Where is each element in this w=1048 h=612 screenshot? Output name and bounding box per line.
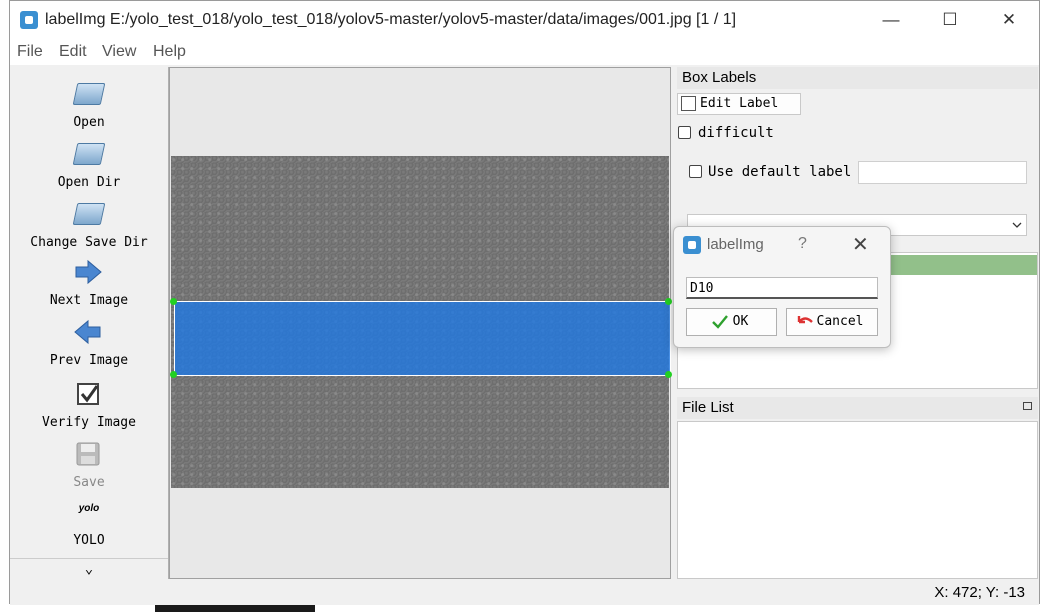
cursor-coords: X: 472; Y: -13: [934, 584, 1025, 601]
prev-arrow-icon: [73, 317, 103, 347]
box-labels-header: Box Labels: [677, 67, 1038, 89]
float-dock-icon[interactable]: [1023, 402, 1032, 410]
image-canvas[interactable]: [169, 67, 672, 579]
menu-view[interactable]: View: [102, 43, 136, 61]
label-input[interactable]: D10: [686, 277, 878, 299]
ok-button[interactable]: OK: [686, 308, 777, 336]
bbox-handle-top-right[interactable]: [665, 298, 672, 305]
menu-help[interactable]: Help: [153, 43, 186, 61]
next-arrow-icon: [73, 257, 103, 287]
yolo-icon: yolo: [78, 503, 100, 514]
next-image-button[interactable]: Next Image: [10, 255, 168, 313]
undo-arrow-icon: [797, 316, 813, 324]
dialog-close-button[interactable]: ✕: [852, 232, 869, 257]
change-save-dir-icon: [72, 197, 106, 227]
bbox-handle-top-left[interactable]: [170, 298, 177, 305]
use-default-label-checkbox[interactable]: [689, 165, 702, 178]
close-button[interactable]: ✕: [980, 1, 1038, 39]
cancel-button[interactable]: Cancel: [786, 308, 878, 336]
change-save-dir-button[interactable]: Change Save Dir: [10, 195, 168, 253]
minimize-button[interactable]: —: [862, 1, 920, 39]
verify-image-button[interactable]: Verify Image: [10, 377, 168, 435]
pencil-icon: [681, 96, 696, 111]
verify-check-icon: [73, 379, 103, 409]
dialog-app-icon: [683, 236, 701, 254]
toolbar-divider: [10, 558, 168, 559]
default-label-input[interactable]: [858, 161, 1027, 184]
app-icon: [20, 11, 38, 29]
file-list[interactable]: [677, 421, 1038, 579]
status-bar: X: 472; Y: -13: [10, 579, 1039, 605]
file-list-header: File List: [677, 397, 1038, 419]
open-button[interactable]: Open: [10, 75, 168, 133]
dialog-title: labelImg: [707, 236, 764, 253]
menu-file[interactable]: File: [17, 43, 43, 61]
use-default-label-text: Use default label: [708, 164, 852, 180]
maximize-button[interactable]: ☐: [921, 1, 979, 39]
menu-bar: File Edit View Help: [10, 39, 1039, 65]
chevron-down-icon: [1012, 222, 1022, 228]
bounding-box[interactable]: [174, 301, 671, 376]
bbox-handle-bottom-right[interactable]: [665, 371, 672, 378]
toolbar-more-chevron-icon[interactable]: ⌄: [10, 561, 168, 577]
label-dialog: labelImg ? ✕ D10 OK Cancel: [673, 226, 891, 348]
menu-edit[interactable]: Edit: [59, 43, 87, 61]
save-disk-icon: [73, 439, 103, 469]
difficult-checkbox[interactable]: [678, 126, 691, 139]
check-icon: [712, 315, 728, 329]
yolo-format-button[interactable]: yolo YOLO: [10, 499, 168, 551]
dialog-help-button[interactable]: ?: [798, 235, 807, 253]
toolbar: Open Open Dir Change Save Dir Next Image…: [10, 67, 169, 579]
prev-image-button[interactable]: Prev Image: [10, 315, 168, 373]
difficult-label: difficult: [698, 125, 774, 141]
open-folder-icon: [72, 77, 106, 107]
open-dir-icon: [72, 137, 106, 167]
window-title: labelImg E:/yolo_test_018/yolo_test_018/…: [45, 11, 737, 28]
title-bar: labelImg E:/yolo_test_018/yolo_test_018/…: [10, 1, 1039, 39]
bbox-handle-bottom-left[interactable]: [170, 371, 177, 378]
open-dir-button[interactable]: Open Dir: [10, 135, 168, 193]
edit-label-button[interactable]: Edit Label: [677, 93, 801, 115]
save-button[interactable]: Save: [10, 437, 168, 495]
